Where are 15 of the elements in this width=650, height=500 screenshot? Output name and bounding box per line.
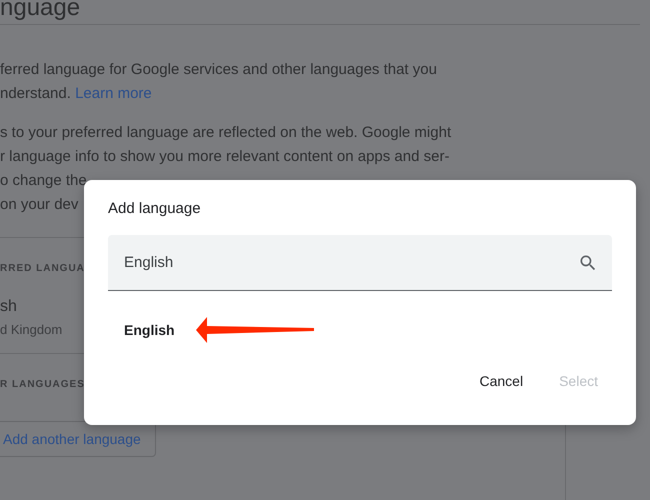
description-text: o change the (0, 171, 87, 191)
section-label: RRED LANGUA (0, 263, 85, 274)
description-text: r language info to show you more relevant content on apps and ser- (0, 147, 450, 167)
language-region: d Kingdom (0, 322, 62, 337)
cancel-button[interactable]: Cancel (465, 367, 538, 395)
search-icon[interactable] (578, 252, 598, 272)
description-text: on your dev (0, 195, 78, 215)
language-option[interactable]: English (124, 322, 175, 338)
language-name: sh (0, 298, 17, 316)
page-heading: nguage (0, 0, 640, 25)
section-label: R LANGUAGES (0, 379, 85, 390)
description-text: s to your preferred language are reflected on the web. Google might (0, 123, 452, 143)
intro-text: nderstand. (0, 85, 71, 102)
dialog-title: Add language (108, 200, 202, 217)
intro-text: ferred language for Google services and other languages that you (0, 60, 437, 80)
